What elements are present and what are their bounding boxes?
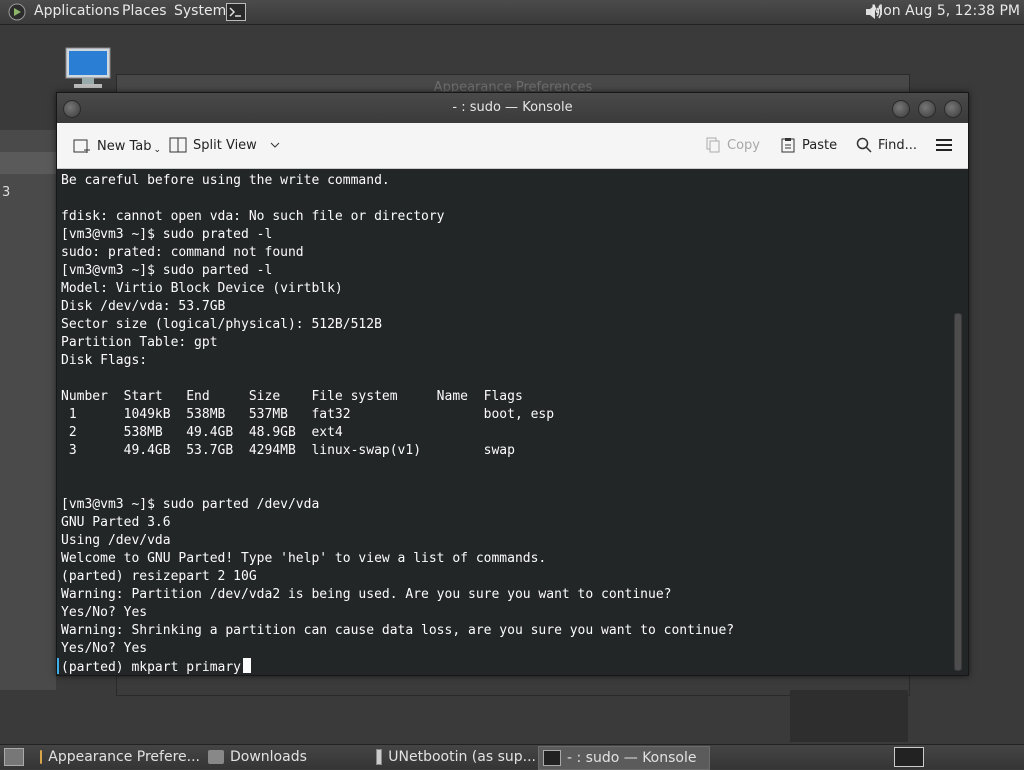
split-view-label: Split View <box>193 137 257 153</box>
new-tab-label: New Tab <box>97 138 152 154</box>
terminal-view[interactable]: Be careful before using the write comman… <box>57 169 968 675</box>
paste-icon <box>781 138 795 153</box>
terminal-line: [vm3@vm3 ~]$ sudo prated -l <box>61 227 273 242</box>
paste-button[interactable]: Paste <box>780 137 837 153</box>
terminal-line: 1 1049kB 538MB 537MB fat32 boot, esp <box>61 407 555 422</box>
computer-icon[interactable] <box>64 46 112 90</box>
background-window-edge <box>790 690 908 742</box>
konsole-window: - : sudo — Konsole New Tab ⌄ Split View … <box>56 92 969 676</box>
terminal-line: Warning: Shrinking a partition can cause… <box>61 623 735 638</box>
task-downloads[interactable]: Downloads <box>204 746 368 768</box>
text-cursor <box>243 658 252 673</box>
applications-menu[interactable]: Applications <box>34 3 120 19</box>
split-view-button[interactable]: Split View <box>169 137 281 153</box>
copy-button[interactable]: Copy <box>705 137 760 153</box>
maximize-button[interactable] <box>918 100 936 118</box>
background-window-text: 3 <box>2 185 11 200</box>
terminal-line: [vm3@vm3 ~]$ sudo parted /dev/vda <box>61 497 320 512</box>
window-menu-button[interactable] <box>63 100 81 118</box>
chevron-down-icon <box>270 142 280 148</box>
terminal-line: Be careful before using the write comman… <box>61 173 390 188</box>
prompt-text: (parted) mkpart primary <box>61 660 242 675</box>
terminal-line: Using /dev/vda <box>61 533 171 548</box>
apps-menu-icon[interactable] <box>8 3 26 21</box>
terminal-line: Yes/No? Yes <box>61 605 148 620</box>
terminal-line: GNU Parted 3.6 <box>61 515 171 530</box>
terminal-icon <box>543 750 561 766</box>
paste-label: Paste <box>802 137 838 153</box>
window-title: - : sudo — Konsole <box>452 100 573 115</box>
new-tab-dropdown-icon: ⌄ <box>153 145 162 155</box>
task-label: - : sudo — Konsole <box>567 750 697 766</box>
terminal-line: 2 538MB 49.4GB 48.9GB ext4 <box>61 425 343 440</box>
search-icon <box>856 137 872 153</box>
terminal-output: Be careful before using the write comman… <box>61 172 734 676</box>
show-desktop-icon[interactable] <box>4 748 24 766</box>
terminal-line: Disk /dev/vda: 53.7GB <box>61 299 226 314</box>
terminal-line: Sector size (logical/physical): 512B/512… <box>61 317 382 332</box>
terminal-line: Yes/No? Yes <box>61 641 148 656</box>
terminal-line: 3 49.4GB 53.7GB 4294MB linux-swap(v1) sw… <box>61 443 515 458</box>
minimize-button[interactable] <box>892 100 910 118</box>
find-button[interactable]: Find... <box>856 137 917 153</box>
terminal-prompt-line[interactable]: (parted) mkpart primary <box>61 658 734 676</box>
hamburger-menu-button[interactable] <box>936 138 952 152</box>
new-tab-button[interactable]: New Tab ⌄ <box>73 137 161 155</box>
clock[interactable]: Mon Aug 5, 12:38 PM <box>871 3 1020 19</box>
background-window-row <box>0 152 56 174</box>
close-button[interactable] <box>944 100 962 118</box>
terminal-line: Partition Table: gpt <box>61 335 218 350</box>
copy-icon <box>706 137 720 153</box>
task-label: UNetbootin (as sup... <box>388 749 536 765</box>
find-label: Find... <box>878 137 918 153</box>
hamburger-menu-icon <box>936 139 952 151</box>
terminal-line: Number Start End Size File system Name F… <box>61 389 523 404</box>
workspace-switcher[interactable] <box>894 747 924 767</box>
terminal-line: Disk Flags: <box>61 353 148 368</box>
scrollbar-thumb[interactable] <box>954 313 962 671</box>
unetbootin-icon <box>376 749 383 765</box>
terminal-icon[interactable] <box>226 3 246 21</box>
taskbar: Appearance Prefere... Downloads UNetboot… <box>0 744 1024 770</box>
task-appearance-preferences[interactable]: Appearance Prefere... <box>36 746 200 768</box>
task-unetbootin[interactable]: UNetbootin (as sup... <box>372 746 536 768</box>
new-tab-icon <box>73 139 90 153</box>
terminal-line: Welcome to GNU Parted! Type 'help' to vi… <box>61 551 547 566</box>
folder-icon <box>208 750 224 764</box>
copy-label: Copy <box>727 137 760 153</box>
split-view-icon <box>169 137 187 153</box>
terminal-line: sudo: prated: command not found <box>61 245 304 260</box>
terminal-line: Warning: Partition /dev/vda2 is being us… <box>61 587 672 602</box>
task-konsole[interactable]: - : sudo — Konsole <box>538 746 710 770</box>
terminal-line: (parted) resizepart 2 10G <box>61 569 257 584</box>
task-label: Appearance Prefere... <box>48 749 200 765</box>
terminal-line: Model: Virtio Block Device (virtblk) <box>61 281 343 296</box>
konsole-titlebar[interactable]: - : sudo — Konsole <box>57 93 968 123</box>
places-menu[interactable]: Places <box>122 3 167 19</box>
top-panel: Applications Places System Mon Aug 5, 12… <box>0 0 1024 25</box>
system-menu[interactable]: System <box>174 3 226 19</box>
terminal-line: fdisk: cannot open vda: No such file or … <box>61 209 445 224</box>
konsole-toolbar: New Tab ⌄ Split View Copy Paste Find... <box>57 123 968 169</box>
background-window-panel <box>0 130 56 690</box>
prompt-marker <box>57 658 59 674</box>
task-label: Downloads <box>230 749 307 765</box>
terminal-line: [vm3@vm3 ~]$ sudo parted -l <box>61 263 273 278</box>
appearance-icon <box>40 750 43 764</box>
